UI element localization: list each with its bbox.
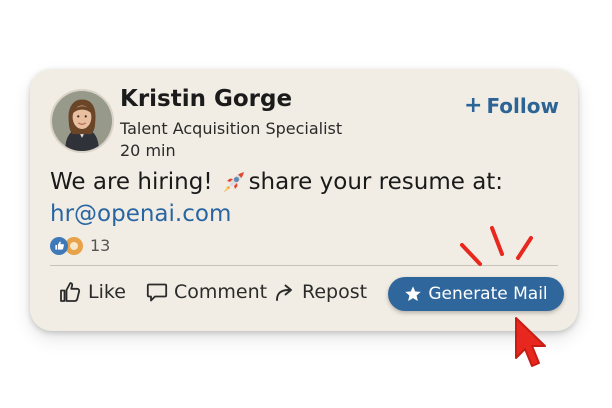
avatar-image: [52, 91, 112, 151]
thumbs-up-icon: [60, 282, 81, 302]
reactions-summary[interactable]: 13: [50, 236, 110, 255]
post-text-start: We are hiring!: [50, 169, 213, 195]
post-text: We are hiring! share your resume at:: [50, 169, 503, 195]
comment-button[interactable]: Comment: [146, 278, 267, 306]
comment-icon: [146, 283, 168, 302]
generate-mail-button[interactable]: Generate Mail: [388, 277, 564, 311]
repost-button[interactable]: Repost: [274, 278, 367, 306]
rocket-icon: [221, 169, 247, 195]
repost-label: Repost: [302, 281, 368, 303]
star-icon: [405, 286, 422, 302]
post-text-end: share your resume at:: [248, 169, 504, 195]
author-title: Talent Acquisition Specialist: [120, 119, 343, 138]
comment-label: Comment: [174, 281, 268, 303]
repost-icon: [276, 284, 292, 301]
follow-label: Follow: [486, 94, 559, 118]
generate-mail-label: Generate Mail: [428, 284, 548, 304]
email-link[interactable]: hr@openai.com: [50, 201, 231, 227]
highlight-sparks: [460, 226, 533, 266]
cursor-icon: [515, 317, 546, 367]
post-card: Kristin Gorge Talent Acquisition Special…: [30, 69, 578, 331]
thumbs-up-icon: [50, 236, 68, 255]
avatar[interactable]: [50, 89, 114, 153]
follow-button[interactable]: + Follow: [464, 93, 559, 119]
post-timestamp: 20 min: [120, 141, 176, 160]
author-name[interactable]: Kristin Gorge: [120, 86, 292, 112]
like-button[interactable]: Like: [58, 278, 126, 306]
reaction-count: 13: [90, 236, 111, 255]
plus-icon: +: [464, 93, 483, 118]
like-label: Like: [88, 281, 126, 303]
